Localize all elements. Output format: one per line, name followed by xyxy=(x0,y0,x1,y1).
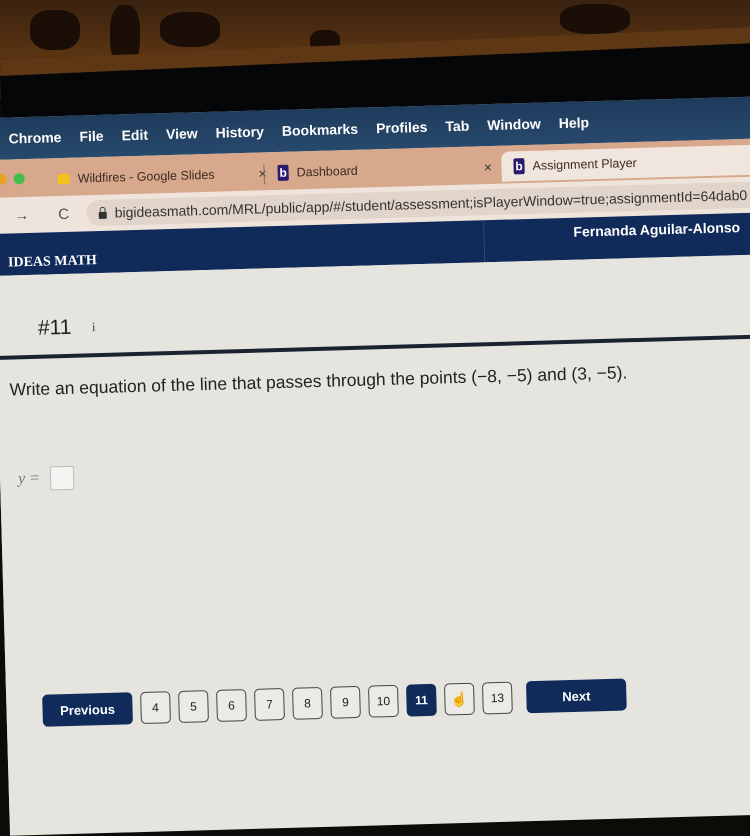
page-button-11-current[interactable]: 11 xyxy=(405,683,437,717)
question-number: #11 xyxy=(37,315,72,340)
page-button-8[interactable]: 8 xyxy=(292,686,323,720)
tab-title: Wildfires - Google Slides xyxy=(77,167,215,186)
question-prompt: Write an equation of the line that passe… xyxy=(9,362,628,400)
page-button-10[interactable]: 10 xyxy=(367,684,399,718)
lock-icon xyxy=(98,211,107,219)
menu-file[interactable]: File xyxy=(79,128,104,145)
tab-wildfires[interactable]: Wildfires - Google Slides × xyxy=(57,158,267,194)
menu-window[interactable]: Window xyxy=(487,116,541,133)
laptop-screen: Chrome File Edit View History Bookmarks … xyxy=(0,95,750,836)
background-blot xyxy=(30,10,80,50)
close-tab-icon[interactable]: × xyxy=(484,159,493,175)
big-ideas-b-icon: b xyxy=(513,158,525,175)
next-button[interactable]: Next xyxy=(525,678,627,714)
page-button-12[interactable]: ☝ xyxy=(443,682,475,716)
page-button-4[interactable]: 4 xyxy=(140,691,171,725)
answer-input[interactable] xyxy=(49,465,75,491)
google-slides-icon xyxy=(57,173,70,185)
page-button-7[interactable]: 7 xyxy=(254,688,285,721)
menu-bookmarks[interactable]: Bookmarks xyxy=(282,121,359,139)
header-divider xyxy=(483,220,486,263)
menu-tab[interactable]: Tab xyxy=(445,118,469,135)
page-button-5[interactable]: 5 xyxy=(178,690,209,723)
tab-title: Dashboard xyxy=(296,163,358,180)
answer-row: y = xyxy=(17,465,75,492)
page-button-6[interactable]: 6 xyxy=(216,689,247,722)
menu-view[interactable]: View xyxy=(166,125,198,142)
big-ideas-b-icon: b xyxy=(277,164,289,181)
menu-chrome[interactable]: Chrome xyxy=(8,129,61,146)
tab-title: Assignment Player xyxy=(532,155,637,173)
question-area: #11 i Write an equation of the line that… xyxy=(0,253,750,836)
menu-profiles[interactable]: Profiles xyxy=(376,119,428,136)
background-blot xyxy=(560,4,630,34)
tab-dashboard[interactable]: b Dashboard × xyxy=(277,152,492,188)
menu-help[interactable]: Help xyxy=(559,114,590,131)
info-icon[interactable]: i xyxy=(92,319,96,335)
tab-assignment-player[interactable]: b Assignment Player × xyxy=(501,144,750,182)
background-blot xyxy=(160,12,220,47)
pagination: Previous 4 5 6 7 8 9 10 11 ☝ 13 Next xyxy=(42,678,627,727)
answer-label: y = xyxy=(17,469,41,488)
forward-icon[interactable]: → xyxy=(8,206,34,224)
user-name[interactable]: Fernanda Aguilar-Alonso xyxy=(573,219,740,240)
page-button-13[interactable]: 13 xyxy=(481,681,513,715)
hand-pointer-icon: ☝ xyxy=(450,690,469,707)
minimize-window-button[interactable] xyxy=(0,173,7,185)
menu-history[interactable]: History xyxy=(215,123,264,140)
divider xyxy=(0,333,750,360)
reload-icon[interactable]: C xyxy=(50,205,76,223)
menu-edit[interactable]: Edit xyxy=(121,127,148,144)
previous-button[interactable]: Previous xyxy=(42,692,133,727)
brand-logo[interactable]: IDEAS MATH xyxy=(8,253,97,271)
page-button-9[interactable]: 9 xyxy=(330,685,361,719)
maximize-window-button[interactable] xyxy=(13,173,25,185)
